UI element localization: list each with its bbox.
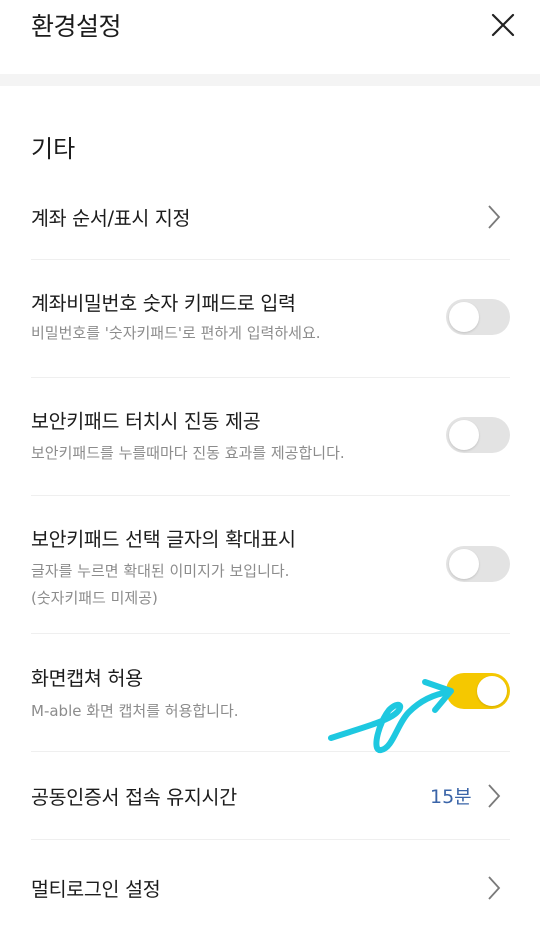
row-description-note: (숫자키패드 미제공) xyxy=(31,589,158,607)
row-label: 계좌 순서/표시 지정 xyxy=(31,207,191,230)
keypad-magnify-toggle[interactable] xyxy=(446,546,510,582)
row-label: 공동인증서 접속 유지시간 xyxy=(31,786,237,809)
page-title: 환경설정 xyxy=(31,12,122,41)
numeric-keypad-toggle[interactable] xyxy=(446,299,510,335)
row-multi-login[interactable]: 멀티로그인 설정 xyxy=(0,840,540,933)
close-icon[interactable] xyxy=(486,8,520,42)
row-label: 계좌비밀번호 숫자 키패드로 입력 xyxy=(31,292,296,315)
header: 환경설정 xyxy=(0,0,540,74)
toggle-knob xyxy=(449,420,479,450)
chevron-right-icon xyxy=(488,784,501,808)
chevron-right-icon xyxy=(488,205,501,229)
row-account-order[interactable]: 계좌 순서/표시 지정 xyxy=(0,175,540,259)
row-description: 보안키패드를 누를때마다 진동 효과를 제공합니다. xyxy=(31,444,345,462)
row-numeric-keypad: 계좌비밀번호 숫자 키패드로 입력 비밀번호를 '숫자키패드'로 편하게 입력하… xyxy=(0,260,540,377)
section-divider xyxy=(0,74,540,86)
chevron-right-icon xyxy=(488,876,501,900)
row-keypad-magnify: 보안키패드 선택 글자의 확대표시 글자를 누르면 확대된 이미지가 보입니다.… xyxy=(0,496,540,633)
row-description: 비밀번호를 '숫자키패드'로 편하게 입력하세요. xyxy=(31,324,321,342)
keypad-vibration-toggle[interactable] xyxy=(446,417,510,453)
row-label: 보안키패드 터치시 진동 제공 xyxy=(31,410,261,433)
session-time-value: 15분 xyxy=(430,786,472,808)
row-label: 화면캡쳐 허용 xyxy=(31,667,143,690)
toggle-knob xyxy=(449,549,479,579)
row-certificate-session[interactable]: 공동인증서 접속 유지시간 15분 xyxy=(0,752,540,839)
screen-capture-toggle[interactable] xyxy=(446,673,510,709)
row-description: M-able 화면 캡처를 허용합니다. xyxy=(31,702,239,720)
toggle-knob xyxy=(449,302,479,332)
row-keypad-vibration: 보안키패드 터치시 진동 제공 보안키패드를 누를때마다 진동 효과를 제공합니… xyxy=(0,378,540,495)
row-label: 보안키패드 선택 글자의 확대표시 xyxy=(31,528,296,551)
row-label: 멀티로그인 설정 xyxy=(31,878,161,901)
toggle-knob xyxy=(477,676,507,706)
row-screen-capture: 화면캡쳐 허용 M-able 화면 캡처를 허용합니다. xyxy=(0,634,540,751)
section-title: 기타 xyxy=(31,135,76,163)
row-description: 글자를 누르면 확대된 이미지가 보입니다. xyxy=(31,562,290,580)
